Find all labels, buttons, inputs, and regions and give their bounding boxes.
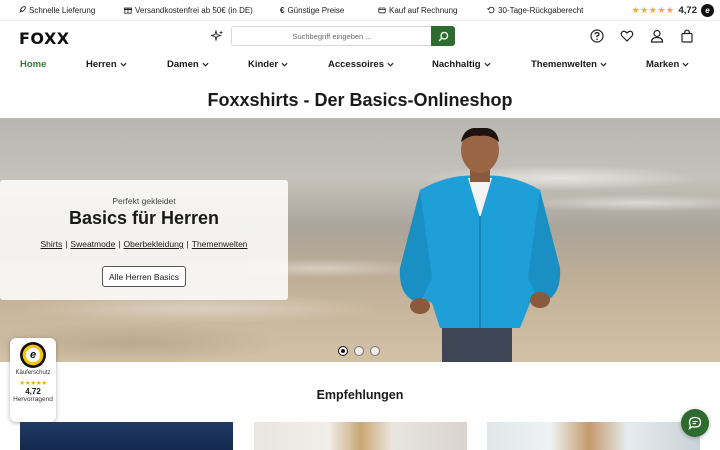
nav-label: Herren: [86, 59, 117, 70]
hero-model-image: [399, 128, 561, 362]
nav-item-kinder[interactable]: Kinder: [248, 59, 288, 70]
page-title: Foxxshirts - Der Basics-Onlineshop: [207, 90, 513, 110]
usp-label: Versandkostenfrei ab 50€ (in DE): [135, 5, 253, 15]
help-icon[interactable]: [590, 29, 604, 43]
chevron-down-icon: [682, 62, 689, 67]
usp-prices: € Günstige Preise: [280, 0, 344, 20]
chevron-down-icon: [600, 62, 607, 67]
search-button[interactable]: [431, 26, 455, 46]
chevron-down-icon: [120, 62, 127, 67]
usp-invoice: Kauf auf Rechnung: [378, 0, 458, 20]
nav-label: Marken: [646, 59, 680, 70]
hero-card: Perfekt gekleidet Basics für Herren Shir…: [0, 180, 288, 300]
euro-icon: €: [280, 5, 285, 15]
user-icon[interactable]: [650, 29, 664, 43]
chevron-down-icon: [387, 62, 394, 67]
chevron-down-icon: [202, 62, 209, 67]
return-icon: [487, 6, 495, 14]
carousel-dot[interactable]: [370, 346, 380, 356]
product-card-image[interactable]: [20, 422, 233, 450]
rating-value: 4,72: [678, 4, 698, 16]
cart-icon[interactable]: [680, 29, 694, 43]
nav-label: Home: [20, 59, 47, 70]
gift-icon: [124, 7, 132, 14]
chat-button[interactable]: [681, 409, 709, 437]
carousel-dots: [338, 346, 380, 356]
nav-item-accessoires[interactable]: Accessoires: [328, 59, 394, 70]
hero-cta-button[interactable]: Alle Herren Basics: [102, 266, 186, 287]
nav-label: Themenwelten: [531, 59, 597, 70]
nav-item-home[interactable]: Home: [20, 59, 46, 70]
hero-link-shirts[interactable]: Shirts: [40, 239, 62, 249]
hero-link-sweatmode[interactable]: Sweatmode: [70, 239, 115, 249]
usp-bar: Schnelle Lieferung Versandkostenfrei ab …: [0, 0, 720, 20]
badge-label: Käuferschutz: [15, 370, 51, 376]
product-card-image[interactable]: [254, 422, 467, 450]
usp-label: Kauf auf Rechnung: [389, 5, 458, 15]
nav-label: Damen: [167, 59, 199, 70]
usp-label: Schnelle Lieferung: [29, 5, 96, 15]
trusted-shops-badge[interactable]: e Käuferschutz ★★★★★ 4,72 Hervorragend: [10, 338, 56, 422]
shop-rating[interactable]: ★★★★★ 4,72 e: [632, 3, 714, 17]
link-separator: |: [65, 239, 68, 249]
hero-title: Basics für Herren: [68, 208, 220, 228]
carousel-dot[interactable]: [354, 346, 364, 356]
nav-item-themenwelten[interactable]: Themenwelten: [531, 59, 607, 70]
trusted-shops-seal-icon: e: [20, 342, 46, 368]
nav-item-marken[interactable]: Marken: [646, 59, 689, 70]
hero-banner[interactable]: Perfekt gekleidet Basics für Herren Shir…: [0, 118, 720, 362]
recommendations-title: Empfehlungen: [316, 388, 404, 402]
trusted-shops-icon: e: [701, 3, 714, 17]
link-separator: |: [186, 239, 189, 249]
usp-label: Günstige Preise: [287, 5, 345, 15]
hero-subtitle: Perfekt gekleidet: [112, 196, 176, 206]
search-input[interactable]: [231, 26, 432, 46]
hero-links: Shirts | Sweatmode | Oberbekleidung | Themenwe…: [0, 239, 288, 249]
link-separator: |: [118, 239, 121, 249]
sparkle-icon[interactable]: [211, 30, 223, 42]
nav-item-herren[interactable]: Herren: [86, 59, 127, 70]
heart-icon[interactable]: [620, 29, 634, 43]
nav-label: Kinder: [248, 59, 279, 70]
search-icon: [438, 31, 448, 41]
page: Schnelle Lieferung Versandkostenfrei ab …: [0, 0, 720, 450]
wallet-icon: [378, 7, 386, 14]
usp-returns: 30-Tage-Rückgaberecht: [487, 0, 583, 20]
nav-label: Nachhaltig: [432, 59, 481, 70]
nav-label: Accessoires: [328, 59, 384, 70]
carousel-dot[interactable]: [338, 346, 348, 356]
main-nav: Home Herren Damen Kinder Accessoires Nac…: [0, 54, 720, 78]
chevron-down-icon: [484, 62, 491, 67]
badge-stars: ★★★★★: [19, 380, 47, 387]
hero-link-themenwelten[interactable]: Themenwelten: [192, 239, 248, 249]
usp-fast-delivery: Schnelle Lieferung: [18, 0, 95, 20]
nav-item-nachhaltig[interactable]: Nachhaltig: [432, 59, 491, 70]
rating-stars: ★★★★★: [631, 4, 675, 15]
usp-free-shipping: Versandkostenfrei ab 50€ (in DE): [124, 0, 253, 20]
product-card-image[interactable]: [487, 422, 700, 450]
chat-icon: [688, 416, 702, 430]
usp-label: 30-Tage-Rückgaberecht: [498, 5, 584, 15]
rocket-icon: [19, 6, 26, 13]
hero-link-oberbekleidung[interactable]: Oberbekleidung: [124, 239, 184, 249]
logo[interactable]: FOXX: [19, 29, 70, 48]
chevron-down-icon: [281, 62, 288, 67]
nav-item-damen[interactable]: Damen: [167, 59, 209, 70]
header: FOXX: [0, 20, 720, 52]
